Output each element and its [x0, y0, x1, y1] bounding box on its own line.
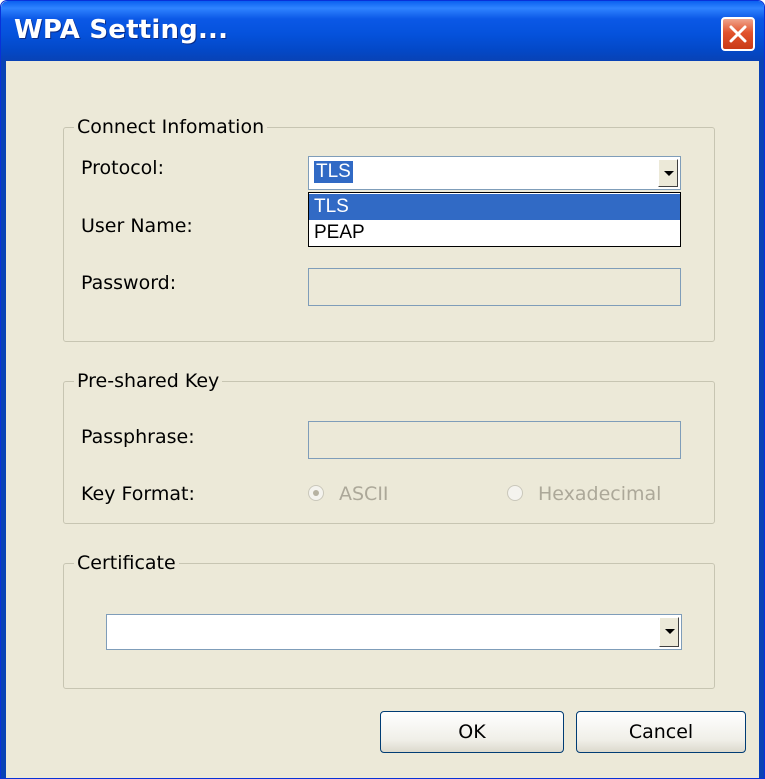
- password-field[interactable]: [308, 268, 681, 306]
- passphrase-field[interactable]: [308, 421, 681, 459]
- certificate-select[interactable]: [106, 614, 682, 650]
- window-border-left: [1, 61, 6, 778]
- hexadecimal-label: Hexadecimal: [538, 483, 662, 505]
- protocol-option-peap[interactable]: PEAP: [309, 220, 680, 246]
- username-label: User Name:: [81, 215, 193, 237]
- ascii-label: ASCII: [339, 483, 389, 505]
- protocol-label: Protocol:: [81, 157, 164, 179]
- certificate-legend: Certificate: [74, 550, 179, 576]
- key-format-label: Key Format:: [81, 483, 195, 505]
- cancel-button[interactable]: Cancel: [576, 711, 746, 753]
- title-bar[interactable]: WPA Setting...: [1, 1, 764, 61]
- certificate-dropdown-button[interactable]: [659, 617, 679, 647]
- password-label: Password:: [81, 272, 177, 294]
- connect-information-legend: Connect Infomation: [74, 114, 268, 140]
- hexadecimal-radio[interactable]: [507, 485, 523, 501]
- passphrase-label: Passphrase:: [81, 426, 195, 448]
- ascii-radio[interactable]: [308, 485, 324, 501]
- window-title: WPA Setting...: [14, 15, 229, 45]
- protocol-option-tls[interactable]: TLS: [309, 194, 680, 220]
- protocol-selected-value: TLS: [314, 161, 353, 183]
- close-icon: [729, 25, 747, 43]
- close-button[interactable]: [721, 17, 755, 51]
- ok-button[interactable]: OK: [380, 711, 564, 753]
- ascii-radio-dot: [313, 490, 319, 496]
- pre-shared-key-legend: Pre-shared Key: [74, 368, 223, 394]
- window-border-right: [759, 61, 764, 778]
- wpa-setting-dialog: WPA Setting... Connect Infomation Protoc…: [0, 0, 765, 779]
- protocol-select[interactable]: TLS: [308, 156, 681, 190]
- protocol-dropdown-button[interactable]: [658, 159, 678, 187]
- protocol-dropdown-list: TLS PEAP: [308, 192, 681, 247]
